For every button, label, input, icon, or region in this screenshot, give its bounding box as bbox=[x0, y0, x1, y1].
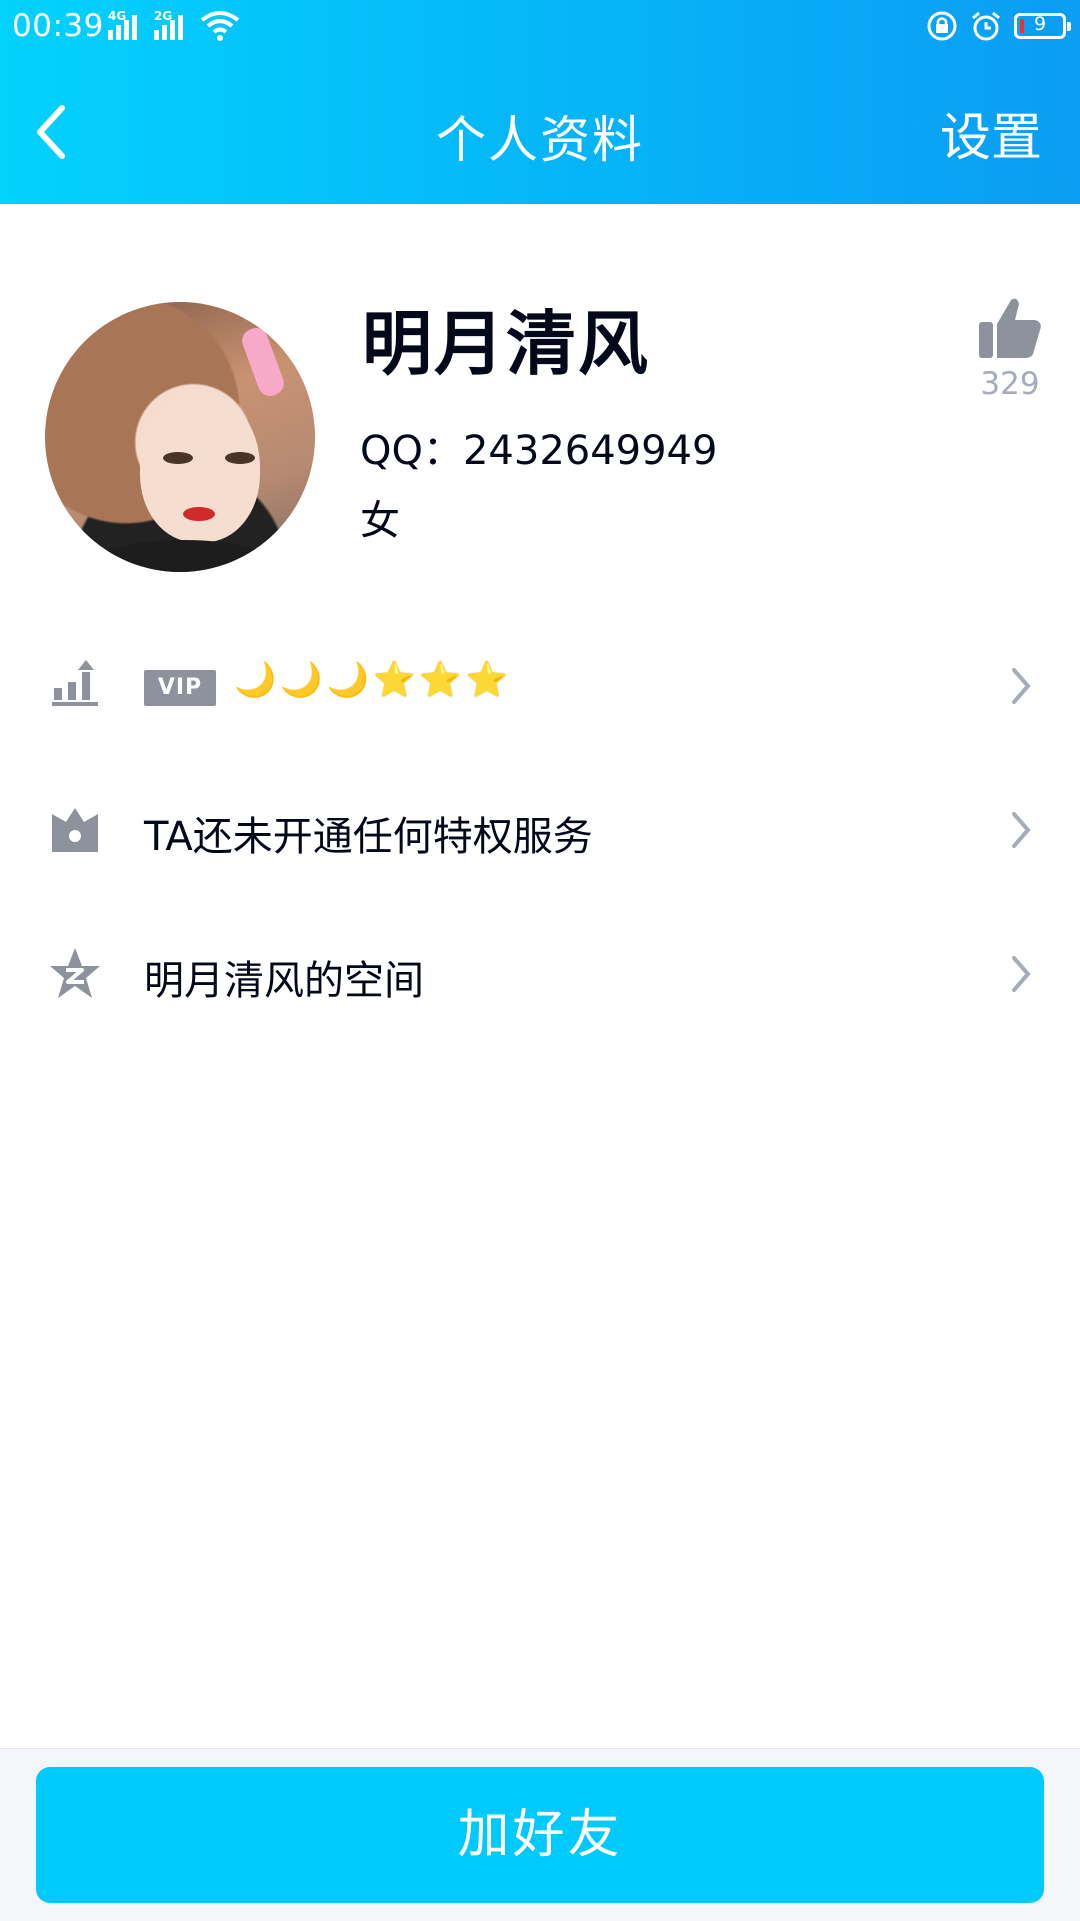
battery-icon: 9 bbox=[1014, 13, 1071, 39]
chevron-right-icon bbox=[1012, 812, 1031, 848]
nav-bar: 个人资料 设置 bbox=[0, 56, 1080, 204]
star-icon: ⭐ bbox=[373, 660, 416, 700]
alarm-icon bbox=[972, 11, 1000, 41]
status-right: 9 bbox=[926, 10, 1071, 42]
thumbs-up-icon bbox=[979, 298, 1041, 358]
like-button[interactable]: 329 bbox=[970, 296, 1050, 402]
vip-badge: VIP bbox=[144, 670, 216, 706]
wifi-icon bbox=[200, 10, 240, 46]
level-icons: 🌙 🌙 🌙 ⭐ ⭐ ⭐ bbox=[234, 660, 508, 700]
chevron-right-icon bbox=[1012, 668, 1031, 704]
settings-button[interactable]: 设置 bbox=[940, 96, 1042, 170]
bottom-bar: 加好友 bbox=[0, 1748, 1080, 1921]
header-bar: 00:39 4G 2G 9 个人资料 设置 bbox=[0, 0, 1080, 204]
space-text: 明月清风的空间 bbox=[144, 958, 424, 1004]
profile-name: 明月清风 bbox=[362, 303, 650, 385]
privilege-text: TA还未开通任何特权服务 bbox=[144, 814, 593, 860]
gender-label: 女 bbox=[360, 498, 400, 544]
lock-rotation-icon bbox=[927, 11, 957, 41]
chevron-right-icon bbox=[1012, 956, 1031, 992]
row-privilege[interactable]: TA还未开通任何特权服务 bbox=[0, 772, 1080, 892]
moon-icon: 🌙 bbox=[234, 660, 277, 700]
moon-icon: 🌙 bbox=[280, 660, 323, 700]
like-count: 329 bbox=[980, 366, 1040, 402]
avatar[interactable] bbox=[45, 302, 315, 572]
star-icon: ⭐ bbox=[419, 660, 462, 700]
add-friend-button[interactable]: 加好友 bbox=[36, 1767, 1044, 1903]
page-title: 个人资料 bbox=[436, 111, 644, 169]
star-icon: ⭐ bbox=[465, 660, 509, 700]
crown-icon bbox=[52, 808, 98, 852]
qzone-star-icon bbox=[50, 948, 100, 998]
moon-icon: 🌙 bbox=[326, 660, 370, 700]
level-chart-icon bbox=[52, 660, 98, 706]
status-time: 00:39 bbox=[12, 8, 104, 44]
qq-number: QQ：2432649949 bbox=[360, 428, 718, 474]
row-space[interactable]: 明月清风的空间 bbox=[0, 916, 1080, 1036]
signal-4g-icon: 4G bbox=[108, 9, 144, 44]
status-bar: 00:39 4G 2G 9 bbox=[0, 0, 1080, 56]
signal-2g-icon: 2G bbox=[154, 9, 190, 44]
row-level[interactable]: VIP 🌙 🌙 🌙 ⭐ ⭐ ⭐ bbox=[0, 628, 1080, 748]
